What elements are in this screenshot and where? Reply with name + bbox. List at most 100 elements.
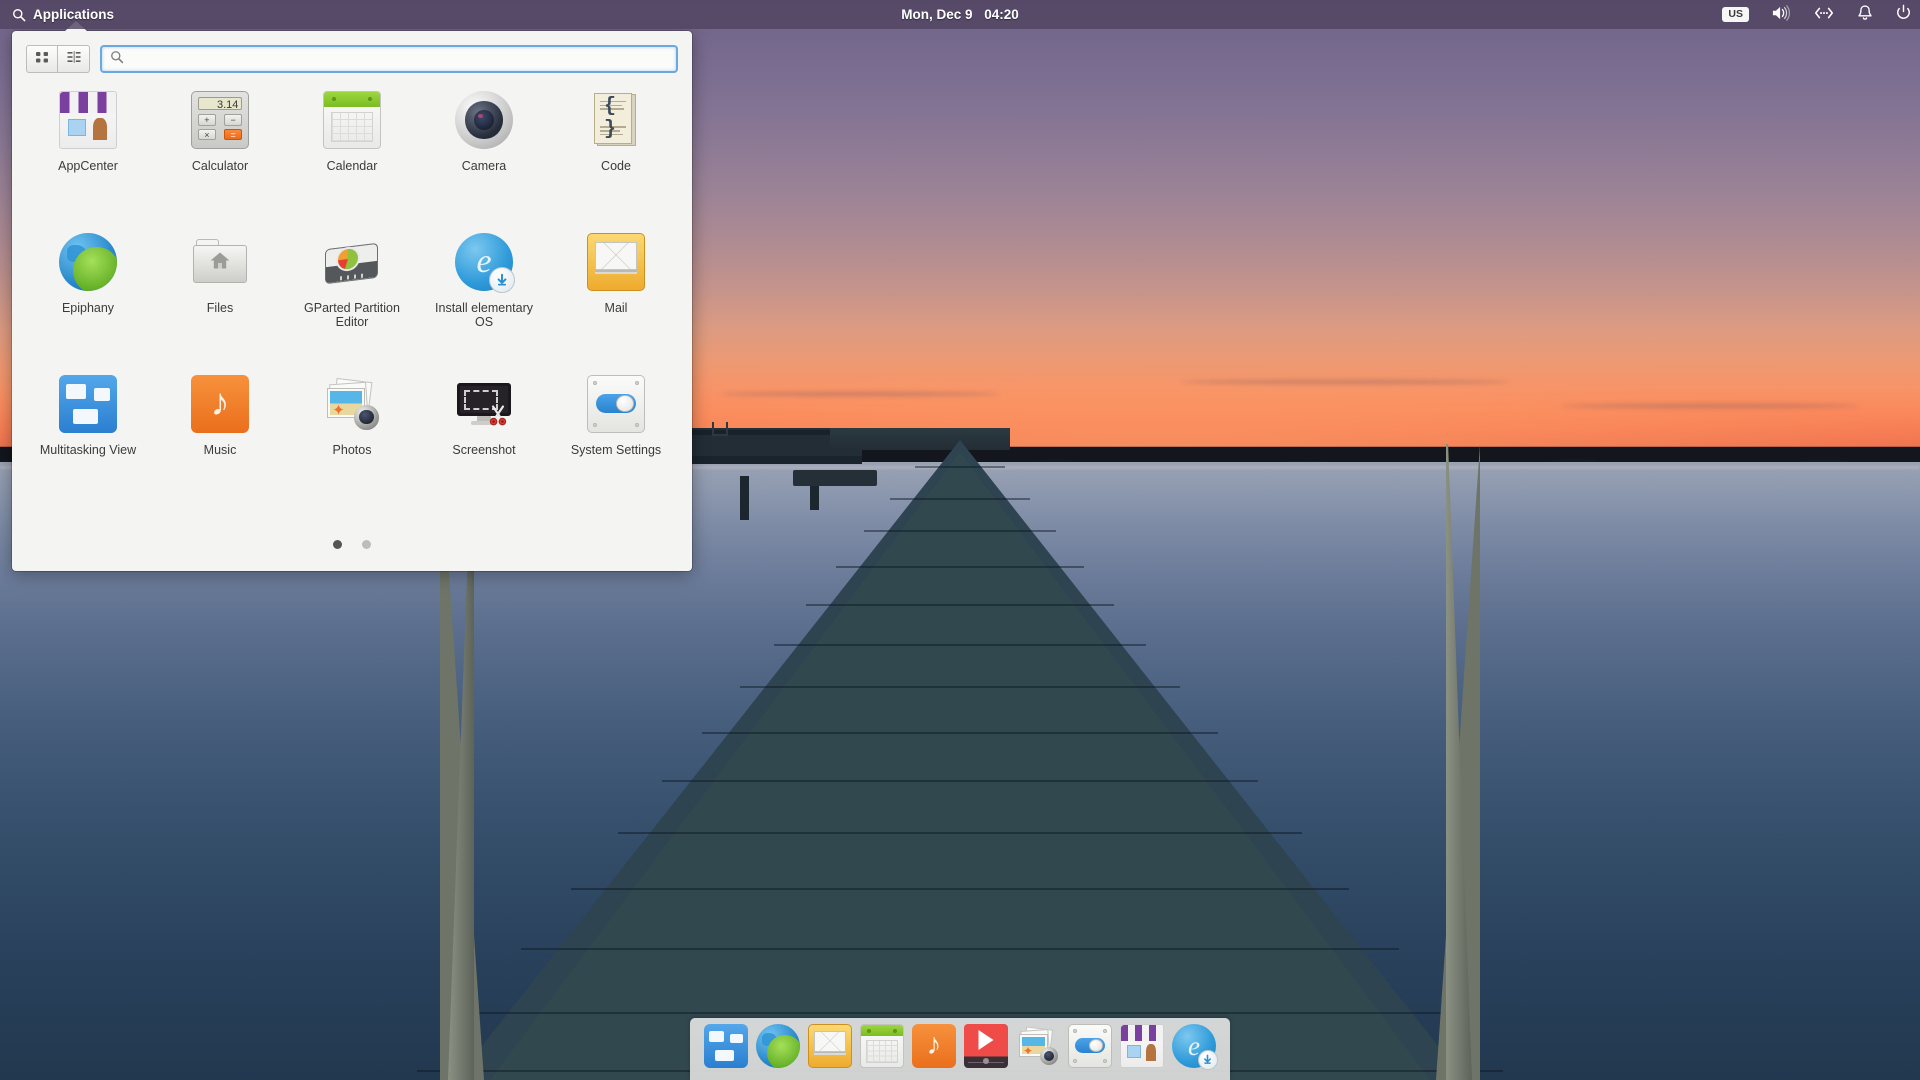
top-panel: Applications Mon, Dec 9 04:20 us bbox=[0, 0, 1920, 29]
music-note-glyph: ♪ bbox=[926, 1027, 942, 1061]
calc-key: × bbox=[197, 128, 217, 141]
app-screenshot[interactable]: Screenshot bbox=[418, 371, 550, 491]
gparted-icon bbox=[323, 233, 381, 291]
view-mode-toggle bbox=[26, 45, 90, 73]
app-label: Epiphany bbox=[61, 301, 115, 315]
dock-item-videos[interactable] bbox=[964, 1024, 1008, 1068]
app-label: Music bbox=[203, 443, 237, 457]
app-label: Mail bbox=[604, 301, 628, 315]
code-braces-glyph: { } bbox=[604, 95, 618, 142]
calc-key: = bbox=[223, 128, 243, 141]
code-icon: { } bbox=[587, 91, 645, 149]
app-install-elementary[interactable]: e Install elementary OS bbox=[418, 229, 550, 349]
epiphany-icon bbox=[59, 233, 117, 291]
power-indicator[interactable] bbox=[1895, 4, 1912, 25]
applications-launcher: AppCenter 3.14 + − × = Calculator Calend… bbox=[12, 21, 692, 571]
wallpaper-cloud bbox=[1180, 380, 1510, 384]
page-dot-1[interactable] bbox=[333, 540, 342, 549]
dock: ♪ ✦ e bbox=[690, 1018, 1230, 1080]
app-calendar[interactable]: Calendar bbox=[286, 87, 418, 207]
applications-menu-label: Applications bbox=[33, 7, 115, 22]
app-label: Screenshot bbox=[452, 443, 516, 457]
multitasking-view-icon bbox=[59, 375, 117, 433]
app-gparted[interactable]: GParted Partition Editor bbox=[286, 229, 418, 349]
clock-time: 04:20 bbox=[984, 7, 1019, 22]
category-view-button[interactable] bbox=[58, 45, 90, 73]
dock-item-calendar[interactable] bbox=[860, 1024, 904, 1068]
app-epiphany[interactable]: Epiphany bbox=[22, 229, 154, 349]
dock-item-system-settings[interactable] bbox=[1068, 1024, 1112, 1068]
app-label: Install elementary OS bbox=[435, 301, 533, 330]
calc-key: − bbox=[223, 114, 243, 126]
install-elementary-icon: e bbox=[1172, 1024, 1218, 1070]
appcenter-icon bbox=[1120, 1024, 1164, 1068]
page-dot-2[interactable] bbox=[362, 540, 371, 549]
music-icon: ♪ bbox=[912, 1024, 956, 1068]
app-multitasking-view[interactable]: Multitasking View bbox=[22, 371, 154, 491]
app-label: Calendar bbox=[326, 159, 378, 173]
dock-item-music[interactable]: ♪ bbox=[912, 1024, 956, 1068]
scissors-icon bbox=[486, 403, 510, 432]
search-input[interactable] bbox=[130, 51, 668, 67]
app-mail[interactable]: Mail bbox=[550, 229, 682, 349]
app-label: Photos bbox=[332, 443, 372, 457]
app-music[interactable]: ♪ Music bbox=[154, 371, 286, 491]
screenshot-icon bbox=[455, 375, 513, 433]
photos-icon: ✦ bbox=[1016, 1024, 1060, 1068]
epiphany-icon bbox=[756, 1024, 800, 1068]
network-indicator[interactable] bbox=[1813, 5, 1835, 24]
app-label: Files bbox=[206, 301, 234, 315]
app-system-settings[interactable]: System Settings bbox=[550, 371, 682, 491]
category-view-icon bbox=[66, 49, 82, 70]
app-code[interactable]: { } Code bbox=[550, 87, 682, 207]
app-label: AppCenter bbox=[58, 159, 118, 173]
dock-item-appcenter[interactable] bbox=[1120, 1024, 1164, 1068]
app-photos[interactable]: ✦ Photos bbox=[286, 371, 418, 491]
application-grid: AppCenter 3.14 + − × = Calculator Calend… bbox=[12, 73, 692, 491]
search-field[interactable] bbox=[100, 45, 678, 73]
dock-item-multitasking-view[interactable] bbox=[704, 1024, 748, 1068]
volume-indicator[interactable] bbox=[1771, 4, 1791, 25]
applications-menu-button[interactable]: Applications bbox=[0, 0, 126, 29]
grid-view-icon bbox=[34, 49, 50, 70]
power-icon bbox=[1895, 4, 1912, 25]
app-label: Multitasking View bbox=[39, 443, 137, 457]
download-badge bbox=[1197, 1049, 1218, 1070]
search-icon bbox=[12, 8, 26, 22]
calc-key: + bbox=[197, 114, 217, 126]
pier-ladder bbox=[712, 422, 728, 436]
grid-view-button[interactable] bbox=[26, 45, 58, 73]
pier-plate bbox=[793, 470, 877, 486]
appcenter-icon bbox=[59, 91, 117, 149]
panel-indicators: us bbox=[1722, 0, 1912, 29]
mail-icon bbox=[587, 233, 645, 291]
system-settings-icon bbox=[1068, 1024, 1112, 1068]
app-camera[interactable]: Camera bbox=[418, 87, 550, 207]
install-elementary-icon: e bbox=[455, 233, 516, 294]
camera-icon bbox=[455, 91, 513, 149]
search-icon bbox=[110, 50, 124, 69]
calendar-icon bbox=[860, 1024, 904, 1068]
calculator-icon: 3.14 + − × = bbox=[191, 91, 249, 149]
app-label: GParted Partition Editor bbox=[304, 301, 400, 330]
app-appcenter[interactable]: AppCenter bbox=[22, 87, 154, 207]
launcher-toolbar bbox=[12, 31, 692, 73]
dock-item-mail[interactable] bbox=[808, 1024, 852, 1068]
music-note-glyph: ♪ bbox=[210, 381, 230, 424]
system-settings-icon bbox=[587, 375, 645, 433]
mail-icon bbox=[808, 1024, 852, 1068]
notifications-indicator[interactable] bbox=[1857, 4, 1873, 25]
app-files[interactable]: Files bbox=[154, 229, 286, 349]
app-label: System Settings bbox=[570, 443, 662, 457]
panel-clock[interactable]: Mon, Dec 9 04:20 bbox=[0, 7, 1920, 22]
files-icon bbox=[191, 233, 249, 291]
wallpaper-cloud bbox=[720, 392, 1000, 396]
keyboard-layout-label: us bbox=[1722, 6, 1749, 23]
keyboard-layout-indicator[interactable]: us bbox=[1722, 6, 1749, 23]
multitasking-view-icon bbox=[704, 1024, 748, 1068]
dock-item-photos[interactable]: ✦ bbox=[1016, 1024, 1060, 1068]
dock-item-install-elementary[interactable]: e bbox=[1172, 1024, 1218, 1070]
network-icon bbox=[1813, 5, 1835, 24]
dock-item-epiphany[interactable] bbox=[756, 1024, 800, 1068]
app-calculator[interactable]: 3.14 + − × = Calculator bbox=[154, 87, 286, 207]
